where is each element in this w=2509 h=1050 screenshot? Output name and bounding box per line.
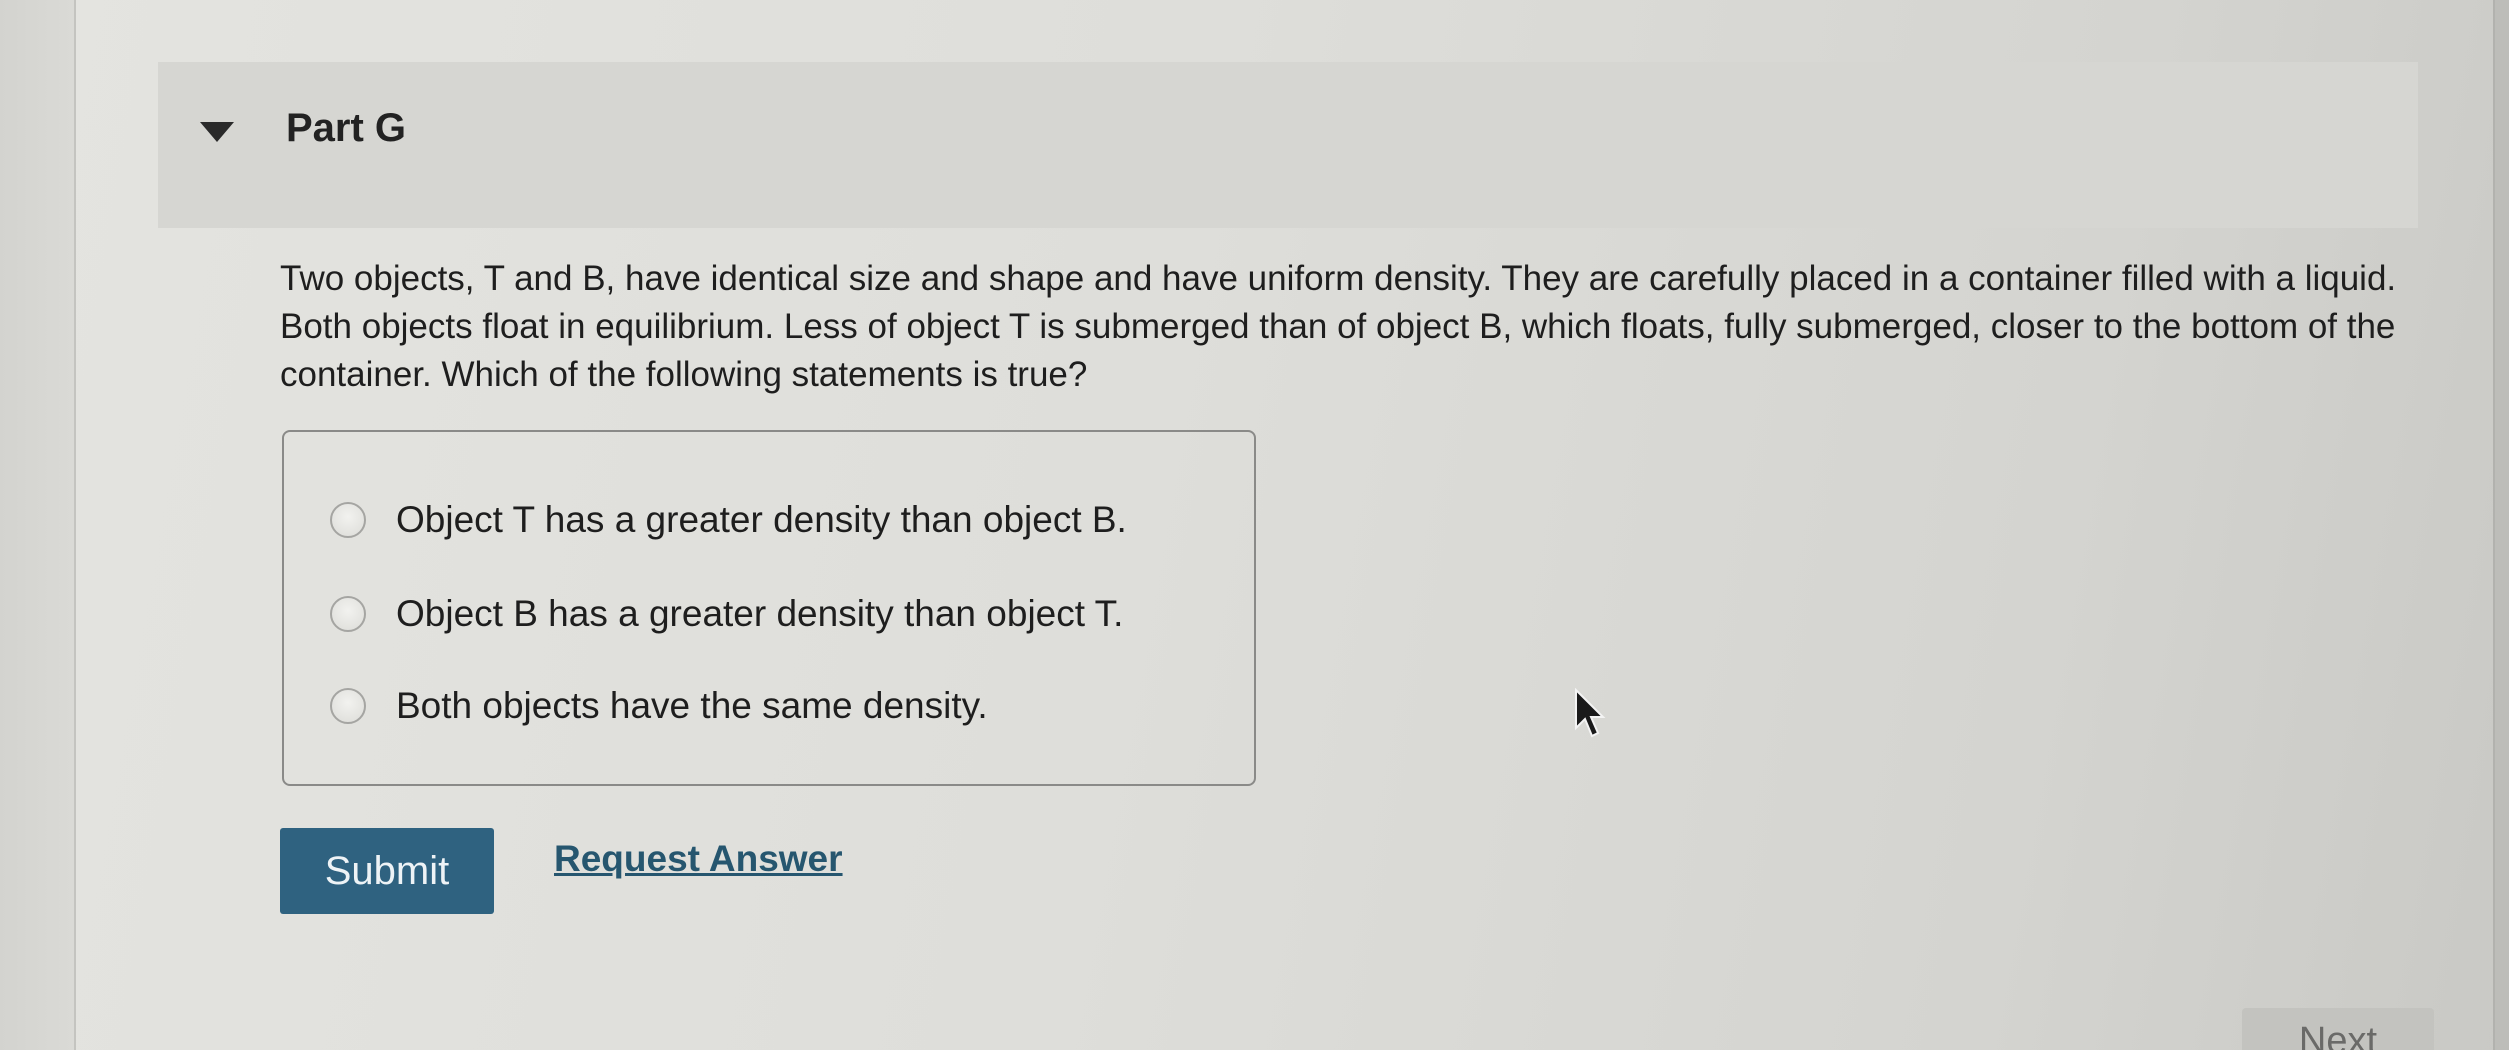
radio-button[interactable] [330, 596, 366, 632]
option-label: Object T has a greater density than obje… [396, 499, 1127, 540]
next-button[interactable]: Next [2242, 1008, 2434, 1050]
radio-button[interactable] [330, 502, 366, 538]
page: Part G Two objects, T and B, have identi… [0, 0, 2509, 1050]
option-same-density[interactable]: Both objects have the same density. [330, 680, 988, 732]
mouse-cursor-icon [1572, 687, 1606, 742]
next-label: Next [2298, 1020, 2378, 1050]
answer-options: Object T has a greater density than obje… [282, 430, 1256, 786]
option-label: Object B has a greater density than obje… [396, 593, 1124, 634]
request-answer-link[interactable]: Request Answer [554, 838, 843, 880]
left-margin [0, 0, 76, 1050]
option-t-greater[interactable]: Object T has a greater density than obje… [330, 494, 1127, 546]
part-title: Part G [286, 106, 407, 150]
part-header[interactable]: Part G [158, 62, 2418, 228]
submit-button[interactable]: Submit [280, 828, 494, 914]
question-text: Two objects, T and B, have identical siz… [280, 259, 2397, 394]
right-scroll-edge [2493, 0, 2509, 1050]
radio-button[interactable] [330, 688, 366, 724]
caret-down-icon[interactable] [198, 118, 236, 146]
option-b-greater[interactable]: Object B has a greater density than obje… [330, 588, 1123, 640]
option-label: Both objects have the same density. [396, 685, 988, 726]
